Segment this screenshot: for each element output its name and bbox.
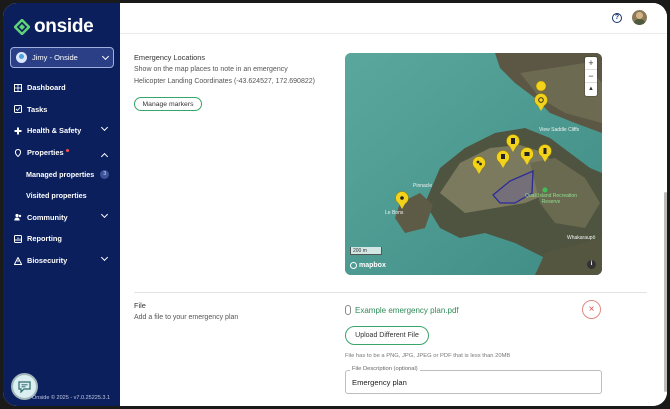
sidebar-item-label: Health & Safety (27, 126, 82, 136)
map-label: Pinnacle (413, 183, 433, 189)
notification-dot (65, 148, 69, 152)
attached-file-name: Example emergency plan.pdf (355, 305, 459, 315)
sidebar: onside Jimy - Onside Dashboard Tasks Hea… (3, 3, 120, 406)
remove-file-button[interactable]: × (582, 300, 601, 319)
zoom-out-button[interactable]: − (585, 70, 597, 83)
chevron-up-icon (100, 152, 109, 160)
mapbox-icon (350, 262, 357, 269)
sidebar-item-label: Properties (27, 148, 64, 158)
sidebar-item-label: Reporting (27, 234, 62, 244)
sidebar-item-tasks[interactable]: Tasks (3, 99, 120, 121)
logo-icon (14, 19, 30, 35)
compass-button[interactable]: ▲ (585, 83, 597, 96)
sidebar-item-reporting[interactable]: Reporting (3, 228, 120, 250)
chevron-down-icon (101, 52, 110, 60)
sidebar-subitem-label: Managed properties (26, 169, 95, 179)
file-section-desc: Add a file to your emergency plan (134, 314, 239, 321)
version-footer: Onside © 2025 - v7.0.25225.3.1 (32, 395, 111, 401)
sidebar-nav: Dashboard Tasks Health & Safety Properti… (3, 77, 120, 271)
sidebar-subitem-label: Visited properties (26, 191, 87, 201)
sidebar-item-label: Community (27, 212, 68, 222)
mapbox-logo: mapbox (350, 262, 386, 269)
helicopter-coordinates: Helicopter Landing Coordinates (-43.6245… (134, 78, 315, 85)
chat-icon (18, 380, 31, 393)
top-header: ? (120, 3, 667, 34)
file-section-title: File (134, 301, 146, 310)
user-selector[interactable]: Jimy - Onside (10, 47, 114, 68)
sidebar-item-community[interactable]: Community (3, 207, 120, 229)
sidebar-item-label: Biosecurity (27, 256, 68, 266)
properties-icon (14, 148, 22, 157)
count-badge: 3 (100, 169, 110, 179)
map-zoom-controls: + − ▲ (585, 57, 597, 96)
map-canvas (345, 53, 602, 275)
manage-markers-button[interactable]: Manage markers (134, 97, 202, 111)
org-avatar-icon (16, 52, 27, 63)
sidebar-item-label: Dashboard (27, 83, 66, 93)
map-label: View Saddle Cliffs (539, 127, 580, 133)
sidebar-item-label: Tasks (27, 104, 48, 114)
health-safety-icon (14, 127, 22, 135)
sidebar-item-biosecurity[interactable]: Biosecurity (3, 250, 120, 272)
map-label: Whakaraupō (567, 235, 596, 241)
chevron-down-icon (100, 124, 109, 132)
sidebar-item-dashboard[interactable]: Dashboard (3, 77, 120, 99)
sidebar-subitem-managed-properties[interactable]: Managed properties 3 (3, 163, 120, 185)
map-label: Quail Island Recreation Reserve (525, 193, 577, 205)
scrollbar[interactable] (664, 192, 667, 392)
dashboard-icon (14, 83, 22, 92)
sidebar-subitem-visited-properties[interactable]: Visited properties (3, 185, 120, 207)
file-description-label: File Description (optional) (350, 366, 420, 372)
tasks-icon (14, 105, 22, 114)
file-description-value: Emergency plan (352, 378, 407, 387)
chevron-down-icon (100, 210, 109, 218)
section-divider (134, 292, 647, 293)
logo[interactable]: onside (14, 16, 94, 38)
user-avatar[interactable] (632, 10, 647, 25)
reporting-icon (14, 234, 22, 243)
paperclip-icon (345, 305, 351, 315)
mapbox-text: mapbox (359, 262, 386, 269)
emergency-locations-title: Emergency Locations (134, 53, 206, 62)
biosecurity-icon (14, 256, 22, 265)
help-circle-icon[interactable]: ? (612, 13, 622, 23)
file-upload-hint: File has to be a PNG, JPG, JPEG or PDF t… (345, 353, 511, 359)
attached-file-link[interactable]: Example emergency plan.pdf (345, 305, 459, 315)
map-info-button[interactable]: i (587, 260, 596, 269)
main-content: Emergency Locations Show on the map plac… (120, 34, 667, 406)
emergency-map[interactable]: View Saddle Cliffs Quail Island Recreati… (345, 53, 602, 275)
map-scale-bar: 200 m (350, 247, 382, 255)
emergency-locations-desc: Show on the map places to note in an eme… (134, 66, 288, 73)
sidebar-item-properties[interactable]: Properties (3, 142, 120, 164)
app-window: onside Jimy - Onside Dashboard Tasks Hea… (3, 3, 667, 406)
upload-different-file-button[interactable]: Upload Different File (345, 326, 429, 345)
logo-text: onside (34, 16, 94, 37)
zoom-in-button[interactable]: + (585, 57, 597, 70)
map-label: Le Bons (385, 210, 404, 216)
sidebar-item-health-safety[interactable]: Health & Safety (3, 120, 120, 142)
file-description-field[interactable]: File Description (optional) Emergency pl… (345, 366, 602, 394)
user-selector-label: Jimy - Onside (32, 53, 78, 62)
community-icon (14, 214, 22, 221)
chevron-down-icon (100, 253, 109, 261)
